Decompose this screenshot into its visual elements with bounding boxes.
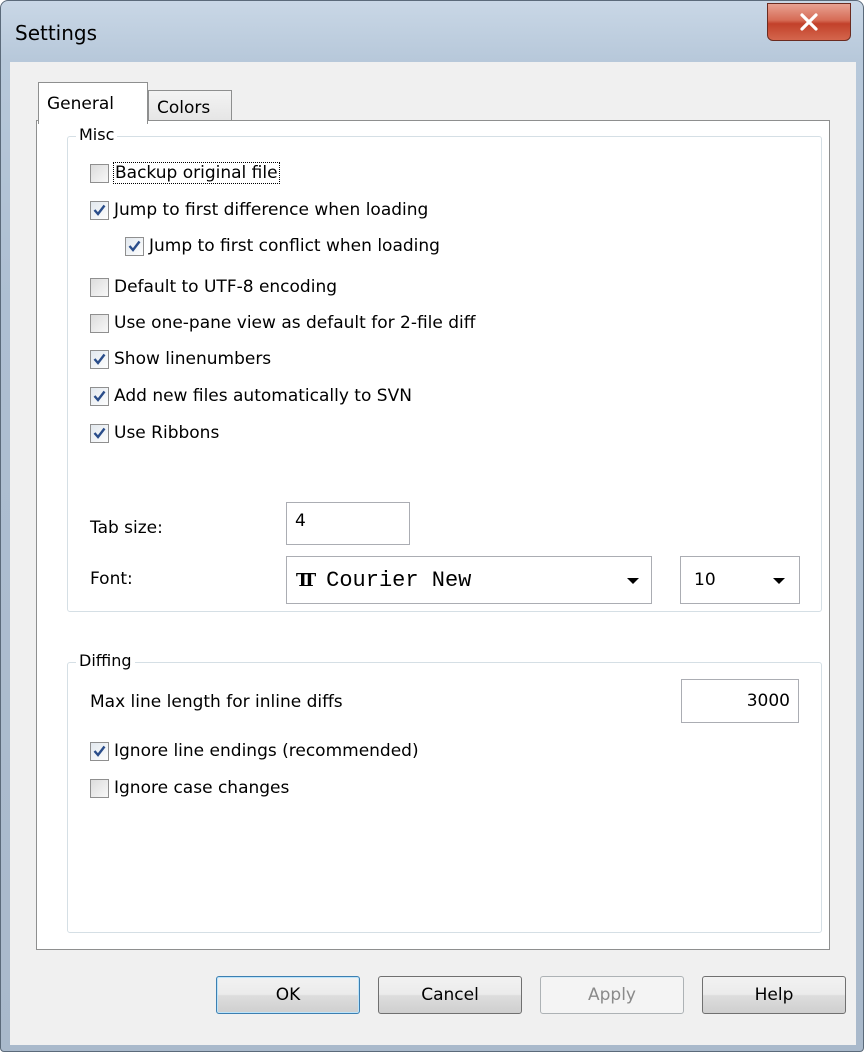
- checkbox-label: Jump to first conflict when loading: [149, 236, 440, 256]
- checkmark-icon: [128, 240, 141, 252]
- checkbox-box: [90, 741, 109, 761]
- title-bar[interactable]: Settings: [1, 1, 863, 63]
- tab-size-label: Tab size:: [90, 518, 163, 538]
- cancel-button-label: Cancel: [421, 985, 479, 1005]
- checkmark-icon: [93, 427, 106, 439]
- max-line-length-value: 3000: [746, 691, 790, 711]
- checkbox-box: [90, 277, 109, 297]
- add-files-svn-checkbox[interactable]: Add new files automatically to SVN: [90, 383, 412, 409]
- close-button[interactable]: [767, 3, 851, 41]
- backup-original-file-checkbox[interactable]: Backup original file: [90, 160, 280, 186]
- diffing-group: Diffing Max line length for inline diffs…: [67, 651, 822, 933]
- apply-button-label: Apply: [588, 985, 636, 1005]
- checkbox-box: [90, 423, 109, 443]
- misc-group: Misc Backup original file Jump to first …: [67, 125, 822, 612]
- tab-size-input[interactable]: 4: [286, 502, 410, 545]
- tab-colors[interactable]: Colors: [148, 90, 232, 124]
- tab-general-label: General: [47, 93, 114, 114]
- checkmark-icon: [93, 745, 106, 757]
- misc-group-title: Misc: [76, 125, 118, 144]
- checkbox-label: Ignore case changes: [114, 778, 290, 798]
- one-pane-view-checkbox[interactable]: Use one-pane view as default for 2-file …: [90, 310, 475, 336]
- ok-button[interactable]: OK: [216, 976, 360, 1014]
- font-select[interactable]: TT Courier New: [286, 556, 652, 604]
- checkbox-label: Jump to first difference when loading: [114, 200, 429, 220]
- checkmark-icon: [93, 353, 106, 365]
- checkbox-label: Add new files automatically to SVN: [114, 386, 412, 406]
- checkmark-icon: [93, 390, 106, 402]
- checkbox-label: Ignore line endings (recommended): [114, 741, 419, 761]
- max-line-length-input[interactable]: 3000: [681, 679, 799, 723]
- checkbox-box: [90, 200, 109, 220]
- checkbox-box: [90, 163, 109, 183]
- checkbox-box: [125, 236, 144, 256]
- font-size-value: 10: [694, 570, 716, 590]
- settings-window: Settings General Colors Misc Backup orig…: [0, 0, 864, 1052]
- tab-general[interactable]: General: [38, 82, 148, 124]
- chevron-down-icon: [627, 578, 639, 584]
- max-line-length-label: Max line length for inline diffs: [90, 692, 343, 712]
- checkbox-box: [90, 349, 109, 369]
- ignore-case-changes-checkbox[interactable]: Ignore case changes: [90, 775, 289, 801]
- cancel-button[interactable]: Cancel: [378, 976, 522, 1014]
- tab-colors-label: Colors: [157, 97, 211, 118]
- diffing-group-title: Diffing: [76, 651, 135, 670]
- font-select-value: Courier New: [326, 567, 472, 593]
- checkbox-label: Backup original file: [113, 162, 280, 184]
- ok-button-label: OK: [275, 985, 301, 1005]
- apply-button[interactable]: Apply: [540, 976, 684, 1014]
- ignore-line-endings-checkbox[interactable]: Ignore line endings (recommended): [90, 738, 419, 764]
- dialog-client-area: General Colors Misc Backup original file…: [10, 62, 856, 1045]
- help-button[interactable]: Help: [702, 976, 846, 1014]
- font-size-select[interactable]: 10: [680, 556, 800, 604]
- truetype-font-icon: TT: [296, 569, 316, 591]
- default-utf8-checkbox[interactable]: Default to UTF-8 encoding: [90, 274, 337, 300]
- window-title: Settings: [15, 21, 98, 45]
- checkbox-box: [90, 313, 109, 333]
- chevron-down-icon: [773, 578, 785, 584]
- tab-size-value: 4: [295, 511, 306, 531]
- show-linenumbers-checkbox[interactable]: Show linenumbers: [90, 346, 271, 372]
- checkbox-label: Show linenumbers: [114, 349, 272, 369]
- checkbox-label: Use one-pane view as default for 2-file …: [114, 313, 476, 333]
- checkbox-box: [90, 386, 109, 406]
- jump-first-conflict-checkbox[interactable]: Jump to first conflict when loading: [125, 233, 440, 259]
- help-button-label: Help: [754, 985, 794, 1005]
- jump-first-difference-checkbox[interactable]: Jump to first difference when loading: [90, 197, 428, 223]
- checkbox-box: [90, 778, 109, 798]
- close-icon: [800, 13, 818, 31]
- checkbox-label: Use Ribbons: [114, 423, 220, 443]
- general-tab-page: Misc Backup original file Jump to first …: [36, 120, 830, 950]
- use-ribbons-checkbox[interactable]: Use Ribbons: [90, 420, 219, 446]
- checkmark-icon: [93, 204, 106, 216]
- font-label: Font:: [90, 569, 133, 589]
- checkbox-label: Default to UTF-8 encoding: [114, 277, 338, 297]
